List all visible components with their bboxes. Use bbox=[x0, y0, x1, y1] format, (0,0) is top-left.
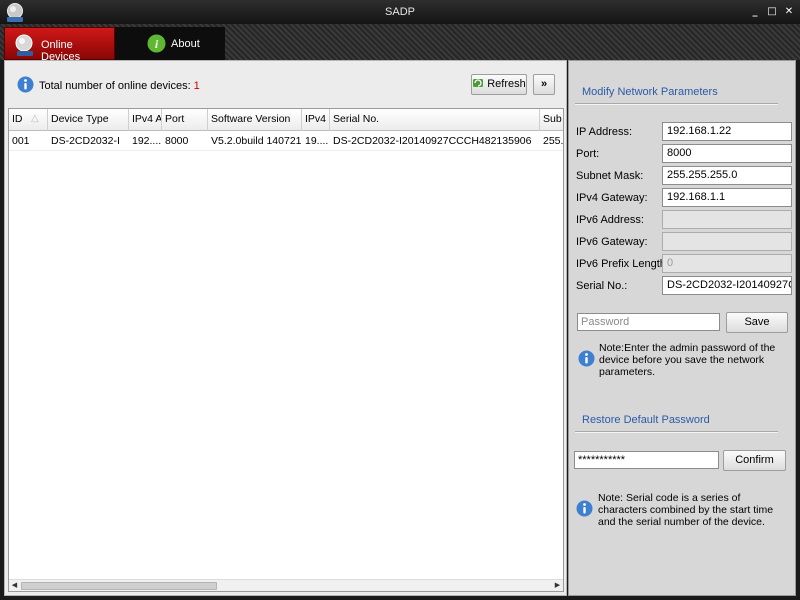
section-divider bbox=[575, 431, 778, 433]
password-input[interactable] bbox=[577, 313, 720, 331]
tab-online-devices[interactable]: Online Devices bbox=[4, 27, 115, 63]
table-row[interactable]: 001 DS-2CD2032-I 192.... 8000 V5.2.0buil… bbox=[9, 132, 564, 151]
save-note-text: Note:Enter the admin password of the dev… bbox=[599, 342, 776, 378]
refresh-icon bbox=[473, 79, 484, 87]
total-devices-count: 1 bbox=[193, 80, 200, 92]
ipv6-address-input bbox=[662, 210, 792, 229]
online-devices-icon bbox=[15, 34, 33, 56]
modify-network-parameters-title: Modify Network Parameters bbox=[582, 86, 718, 98]
maximize-icon[interactable]: □ bbox=[765, 5, 779, 19]
cell-serial-no: DS-2CD2032-I20140927CCCH482135906 bbox=[333, 135, 532, 147]
port-input[interactable]: 8000 bbox=[662, 144, 792, 163]
window-title: SADP bbox=[385, 6, 415, 18]
subnet-mask-input[interactable]: 255.255.255.0 bbox=[662, 166, 792, 185]
restore-note-text: Note: Serial code is a series of charact… bbox=[598, 492, 774, 528]
ipv6-gateway-label: IPv6 Gateway: bbox=[576, 236, 648, 248]
column-header-device-type[interactable]: Device Type bbox=[48, 109, 129, 131]
column-header-id[interactable]: ID △ bbox=[9, 109, 48, 131]
cell-software-version: V5.2.0build 140721 bbox=[211, 135, 302, 147]
section-divider bbox=[575, 103, 778, 105]
about-info-icon: i bbox=[147, 34, 166, 53]
sort-icon: △ bbox=[31, 113, 39, 124]
tab-about-label: About bbox=[171, 38, 200, 50]
info-icon bbox=[576, 500, 593, 517]
ipv4-gateway-label: IPv4 Gateway: bbox=[576, 192, 648, 204]
confirm-button[interactable]: Confirm bbox=[723, 450, 786, 471]
horizontal-scrollbar[interactable]: ◀ ▶ bbox=[9, 579, 563, 591]
ipv6-prefix-length-input: 0 bbox=[662, 254, 792, 273]
ip-address-label: IP Address: bbox=[576, 126, 633, 138]
expand-panel-button[interactable]: » bbox=[533, 74, 555, 95]
info-icon bbox=[17, 76, 34, 93]
ipv6-prefix-length-label: IPv6 Prefix Length: bbox=[576, 258, 669, 270]
ip-address-input[interactable]: 192.168.1.22 bbox=[662, 122, 792, 141]
tab-about[interactable]: i About bbox=[115, 27, 225, 60]
column-header-software-version[interactable]: Software Version bbox=[208, 109, 302, 131]
scroll-right-icon[interactable]: ▶ bbox=[552, 581, 563, 591]
scroll-left-icon[interactable]: ◀ bbox=[9, 581, 20, 591]
column-header-port[interactable]: Port bbox=[162, 109, 208, 131]
save-button[interactable]: Save bbox=[726, 312, 788, 333]
cell-ipv4-address: 192.... bbox=[132, 135, 162, 147]
device-table: ID△ Device Type IPv4 Ac Port Software Ve… bbox=[8, 108, 564, 592]
info-icon bbox=[578, 350, 595, 367]
cell-subnet-mask: 255. bbox=[543, 135, 564, 147]
device-list-panel: Total number of online devices: 1 Refresh… bbox=[4, 60, 567, 596]
cell-device-type: DS-2CD2032-I bbox=[51, 135, 120, 147]
close-icon[interactable]: ✕ bbox=[782, 5, 796, 19]
table-header: ID△ Device Type IPv4 Ac Port Software Ve… bbox=[9, 109, 563, 131]
column-header-ipv4-gateway[interactable]: IPv4 G bbox=[302, 109, 330, 131]
port-label: Port: bbox=[576, 148, 600, 160]
column-header-serial-no[interactable]: Serial No. bbox=[330, 109, 540, 131]
total-devices-label: Total number of online devices: 1 bbox=[39, 80, 200, 92]
cell-ipv4-gateway: 19.... bbox=[305, 135, 329, 147]
subnet-mask-label: Subnet Mask: bbox=[576, 170, 644, 182]
serial-no-input[interactable]: DS-2CD2032-I20140927CCC bbox=[662, 276, 792, 295]
column-header-subnet-mask[interactable]: Sub bbox=[540, 109, 563, 131]
modify-parameters-panel: Modify Network Parameters IP Address: 19… bbox=[568, 60, 796, 596]
cell-port: 8000 bbox=[165, 135, 189, 147]
ipv6-gateway-input bbox=[662, 232, 792, 251]
tab-bar: Online Devices i About bbox=[0, 24, 800, 63]
minimize-icon[interactable]: _ bbox=[748, 5, 762, 19]
cell-id: 001 bbox=[12, 135, 30, 147]
scrollbar-thumb[interactable] bbox=[21, 582, 217, 590]
serial-no-label: Serial No.: bbox=[576, 280, 628, 292]
refresh-button[interactable]: Refresh bbox=[471, 74, 527, 95]
ipv6-address-label: IPv6 Address: bbox=[576, 214, 644, 226]
column-header-ipv4-address[interactable]: IPv4 Ac bbox=[129, 109, 162, 131]
restore-default-password-title: Restore Default Password bbox=[582, 414, 710, 426]
ipv4-gateway-input[interactable]: 192.168.1.1 bbox=[662, 188, 792, 207]
title-bar: SADP _ □ ✕ bbox=[0, 0, 800, 24]
serial-code-input[interactable] bbox=[574, 451, 719, 469]
